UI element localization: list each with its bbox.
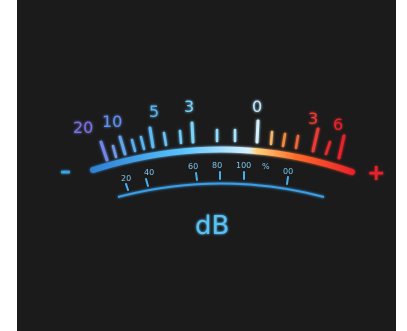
percent-label-100: 100 xyxy=(236,161,251,170)
percent-label-00: 00 xyxy=(283,167,293,176)
db-label-plus-3: 3 xyxy=(308,109,318,128)
db-label-0: 0 xyxy=(252,97,262,116)
percent-label-60: 60 xyxy=(188,162,198,171)
db-label-plus-6: 6 xyxy=(333,115,343,134)
percent-label-20: 20 xyxy=(121,174,131,183)
vu-meter: 20 10 5 3 0 3 6 – + 20 40 60 80 100 % 00… xyxy=(60,97,385,241)
db-label-3: 3 xyxy=(184,97,194,116)
percent-label-40: 40 xyxy=(144,168,154,177)
db-label-5: 5 xyxy=(149,102,159,121)
db-label-10: 10 xyxy=(102,112,122,131)
percent-label-80: 80 xyxy=(212,161,222,170)
unit-label: dB xyxy=(195,211,229,241)
db-label-20: 20 xyxy=(73,118,93,137)
percent-sign: % xyxy=(262,162,270,171)
plus-sign: + xyxy=(367,161,385,186)
db-scale-arc xyxy=(90,146,355,175)
minus-sign: – xyxy=(60,159,71,184)
